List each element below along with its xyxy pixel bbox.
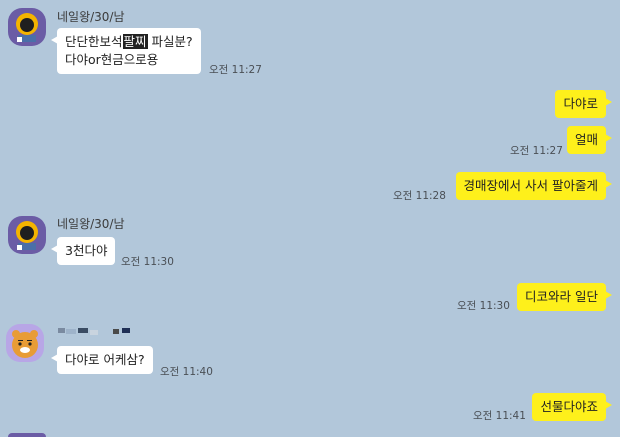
muzi-profile-icon: [8, 8, 46, 46]
message-bubble[interactable]: 얼매: [566, 126, 613, 154]
ryan-profile-icon: [6, 324, 44, 362]
highlighted-text: 팔찌: [122, 34, 148, 49]
timestamp: 오전 11:28: [393, 190, 446, 202]
message-bubble[interactable]: 경매장에서 사서 팔아줄게: [455, 172, 613, 200]
timestamp: 오전 11:30: [457, 300, 510, 312]
message-line: 단단한보석팔찌 파실분?: [65, 34, 193, 49]
message-bubble[interactable]: 디코와라 일단: [517, 283, 612, 311]
message-bubble[interactable]: 다야로 어케삼?: [51, 346, 153, 374]
avatar-ryan[interactable]: [6, 324, 44, 362]
message-line: 다야or현금으로용: [65, 52, 159, 67]
message-bubble[interactable]: 다야로: [555, 90, 612, 118]
sender-name: 네일왕/30/남: [57, 217, 125, 231]
timestamp: 오전 11:27: [209, 64, 262, 76]
message-bubble[interactable]: 3천다야: [50, 237, 116, 265]
message-bubble[interactable]: 선물다야죠: [532, 393, 612, 421]
timestamp: 오전 11:40: [160, 366, 213, 378]
message-bubble[interactable]: 단단한보석팔찌 파실분? 다야or현금으로용: [51, 28, 201, 74]
sender-name: 네일왕/30/남: [57, 10, 125, 24]
avatar-partial: [8, 433, 46, 437]
timestamp: 오전 11:27: [510, 145, 563, 157]
timestamp: 오전 11:30: [121, 256, 174, 268]
timestamp: 오전 11:41: [473, 410, 526, 422]
avatar-neil[interactable]: [8, 216, 46, 254]
muzi-profile-icon: [8, 216, 46, 254]
avatar-neil[interactable]: [8, 8, 46, 46]
